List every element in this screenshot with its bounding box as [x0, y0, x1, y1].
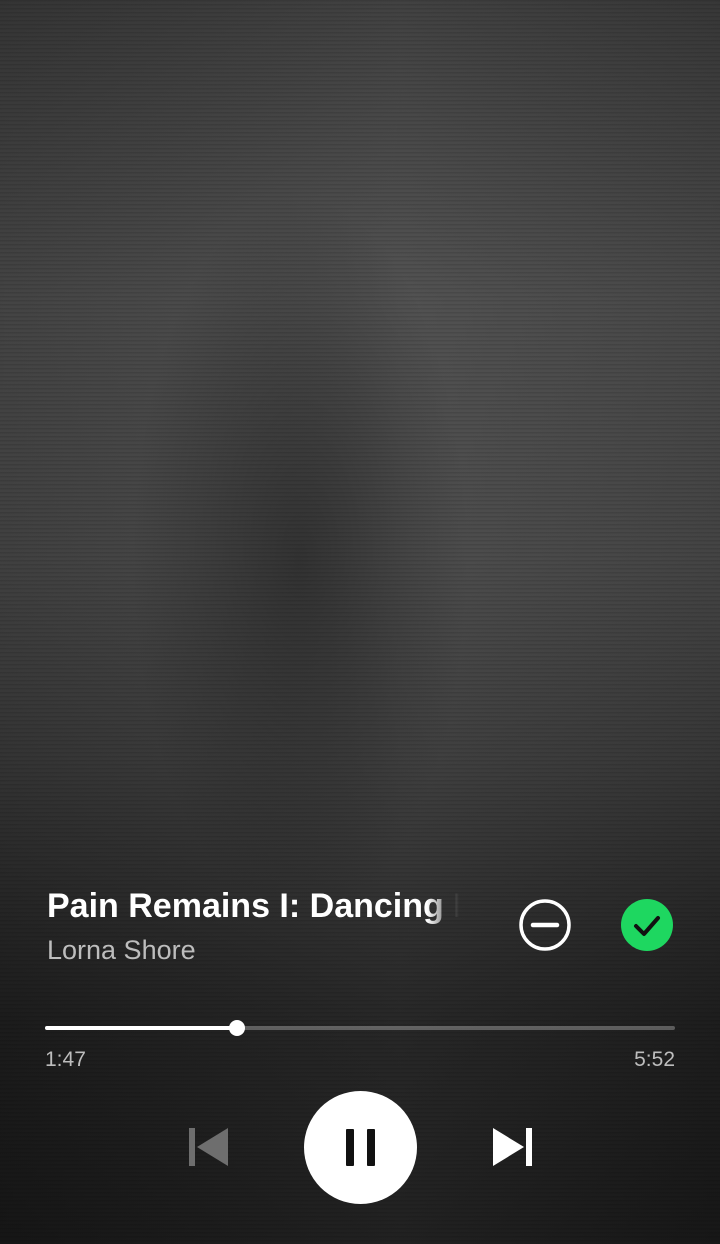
remove-button[interactable]: [516, 896, 574, 954]
added-to-library-button[interactable]: [618, 896, 676, 954]
skip-previous-icon: [189, 1128, 228, 1166]
skip-next-icon: [493, 1128, 532, 1166]
album-artwork: [0, 0, 720, 870]
pause-button[interactable]: [304, 1091, 417, 1204]
now-playing-screen: Pain Remains I: Dancing Like Flames Lorn…: [0, 0, 720, 1244]
progress-bar[interactable]: [45, 1018, 675, 1038]
check-circle-icon: [621, 899, 673, 951]
progress-fill: [45, 1026, 238, 1030]
progress-thumb[interactable]: [229, 1020, 246, 1036]
pause-icon: [346, 1129, 375, 1166]
previous-button[interactable]: [186, 1124, 232, 1170]
minus-circle-icon: [519, 899, 571, 951]
elapsed-time: 1:47: [45, 1048, 86, 1071]
track-title[interactable]: Pain Remains I: Dancing Like Flames: [47, 884, 459, 928]
track-artist[interactable]: Lorna Shore: [47, 932, 459, 968]
track-info[interactable]: Pain Remains I: Dancing Like Flames Lorn…: [47, 884, 459, 968]
next-button[interactable]: [489, 1124, 535, 1170]
total-time: 5:52: [634, 1048, 675, 1071]
